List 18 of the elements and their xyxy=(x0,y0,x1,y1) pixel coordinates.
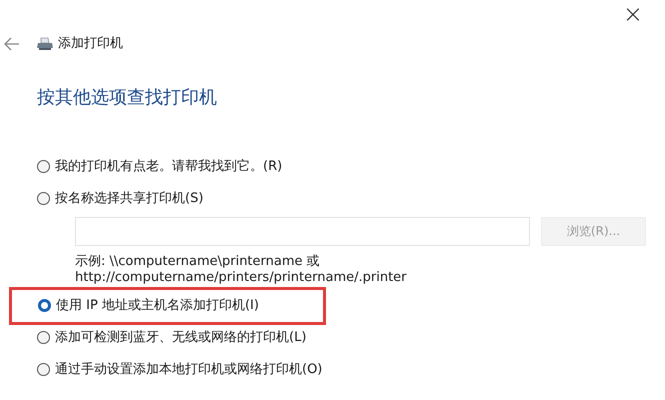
radio-button[interactable] xyxy=(37,331,50,344)
example-text: http://computername/printers/printername/.printer xyxy=(75,270,408,286)
radio-button[interactable] xyxy=(37,363,50,376)
option-label[interactable]: 使用 IP 地址或主机名添加打印机(I) xyxy=(56,296,259,316)
radio-button[interactable] xyxy=(38,299,51,312)
option-label[interactable]: 按名称选择共享打印机(S) xyxy=(55,188,204,208)
printer-icon xyxy=(36,36,54,51)
back-arrow-icon[interactable] xyxy=(4,36,20,51)
page-heading: 按其他选项查找打印机 xyxy=(37,86,218,110)
option-label[interactable]: 添加可检测到蓝牙、无线或网络的打印机(L) xyxy=(55,328,306,348)
radio-button[interactable] xyxy=(37,160,50,173)
close-button[interactable]: × xyxy=(622,0,643,28)
printer-name-field[interactable] xyxy=(75,216,530,246)
example-text: 示例: \\computername\printername 或 xyxy=(75,254,321,270)
option-label[interactable]: 我的打印机有点老。请帮我找到它。(R) xyxy=(55,156,282,176)
window-title: 添加打印机 xyxy=(58,35,123,53)
option-label[interactable]: 通过手动设置添加本地打印机或网络打印机(O) xyxy=(55,360,322,380)
radio-button[interactable] xyxy=(37,192,50,205)
